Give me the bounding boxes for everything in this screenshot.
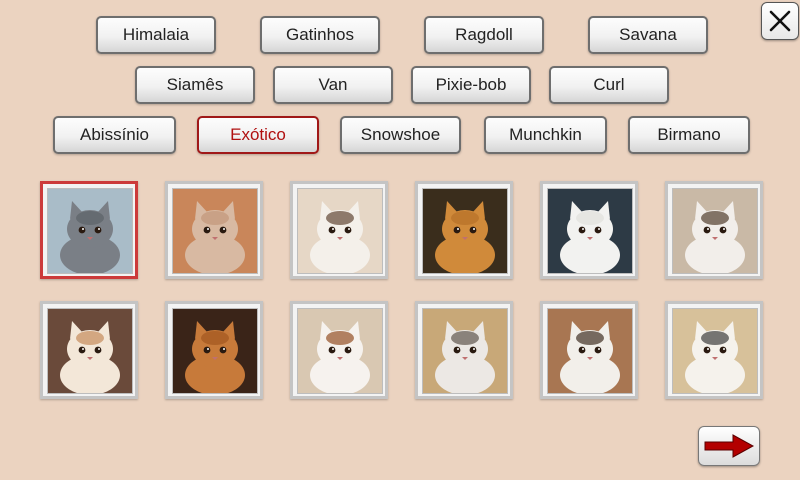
cat-photo [172,308,258,394]
category-button-van[interactable]: Van [273,66,393,104]
cat-photo [547,188,633,274]
cat-photo [672,308,758,394]
arrow-right-icon [704,434,755,458]
category-button-label: Pixie-bob [435,75,507,94]
cat-photo-thumbnail[interactable] [40,301,138,399]
cat-photo [672,188,758,274]
cat-photo-thumbnail[interactable] [540,301,638,399]
next-button[interactable] [698,426,760,466]
category-button-label: Savana [619,25,677,44]
category-button-label: Birmano [657,125,721,144]
cat-photo [297,308,383,394]
category-button-label: Gatinhos [285,25,355,44]
category-button-abissinio[interactable]: Abissínio [53,116,176,154]
category-button-munchkin[interactable]: Munchkin [484,116,607,154]
category-button-label: Van [318,75,348,94]
cat-photo-thumbnail[interactable] [665,181,763,279]
cat-photo-thumbnail[interactable] [540,181,638,279]
cat-photo-thumbnail[interactable] [415,301,513,399]
category-button-siames[interactable]: Siamês [135,66,255,104]
cat-photo-thumbnail[interactable] [165,301,263,399]
category-button-gatinhos[interactable]: Gatinhos [260,16,380,54]
category-button-pixie-bob[interactable]: Pixie-bob [411,66,531,104]
category-button-label: Curl [593,75,625,94]
cat-photo [47,308,133,394]
cat-photo-thumbnail[interactable] [665,301,763,399]
cat-photo [422,188,508,274]
cat-photo [297,188,383,274]
category-button-ragdoll[interactable]: Ragdoll [424,16,544,54]
cat-photo [547,308,633,394]
category-button-savana[interactable]: Savana [588,16,708,54]
cat-photo-thumbnail[interactable] [290,301,388,399]
category-button-label: Snowshoe [360,125,441,144]
close-icon [769,10,791,32]
category-button-label: Ragdoll [455,25,513,44]
category-button-himalaia[interactable]: Himalaia [96,16,216,54]
cat-photo-thumbnail[interactable] [415,181,513,279]
cat-photo-thumbnail[interactable] [290,181,388,279]
cat-photo [47,188,133,274]
category-button-label: Exótico [230,125,286,144]
category-button-curl[interactable]: Curl [549,66,669,104]
category-button-label: Himalaia [122,25,190,44]
category-button-label: Siamês [166,75,224,94]
cat-photo [172,188,258,274]
category-button-label: Abissínio [80,125,149,144]
cat-photo-thumbnail[interactable] [40,181,138,279]
close-button[interactable] [761,2,799,40]
category-button-birmano[interactable]: Birmano [628,116,750,154]
category-button-label: Munchkin [509,125,582,144]
category-button-snowshoe[interactable]: Snowshoe [340,116,461,154]
cat-photo-thumbnail[interactable] [165,181,263,279]
category-button-exotico[interactable]: Exótico [197,116,319,154]
cat-photo [422,308,508,394]
